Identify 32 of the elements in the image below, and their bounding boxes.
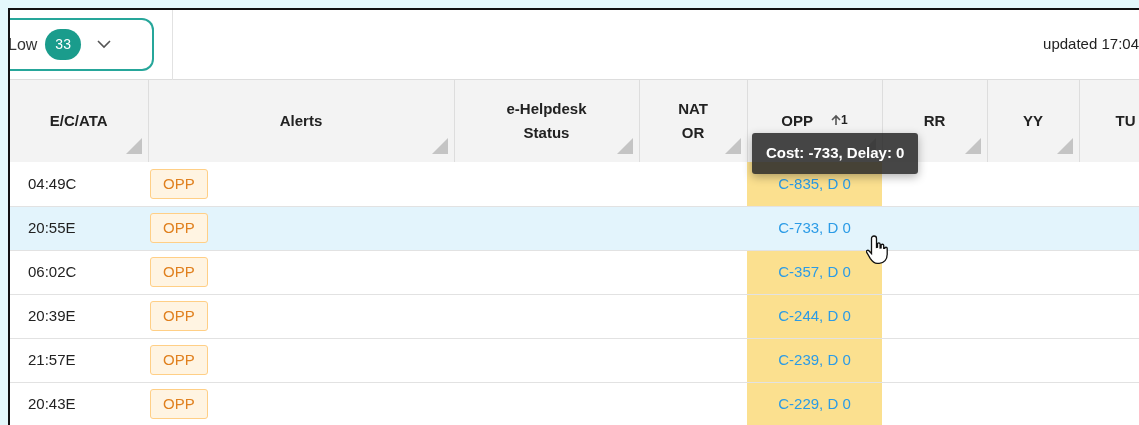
alert-tag: OPP bbox=[150, 388, 208, 420]
time-text: 06:02C bbox=[28, 262, 77, 280]
alert-tag: OPP bbox=[150, 212, 208, 244]
sort-rank: 1 bbox=[841, 114, 848, 126]
column-header[interactable]: YY bbox=[987, 80, 1079, 162]
corner-triangle-icon[interactable] bbox=[724, 138, 741, 154]
column-header[interactable]: NAT OR bbox=[639, 80, 747, 162]
corner-triangle-icon[interactable] bbox=[1056, 138, 1073, 154]
alert-tag: OPP bbox=[150, 168, 208, 199]
time-text: 20:43E bbox=[28, 394, 76, 412]
count-badge: 33 bbox=[45, 29, 81, 60]
time-text: 21:57E bbox=[28, 350, 76, 368]
alert-tag: OPP bbox=[150, 300, 208, 332]
alert-tag: OPP bbox=[150, 344, 208, 376]
sort-arrow-icon bbox=[831, 114, 841, 126]
alert-tag: OPP bbox=[150, 256, 208, 288]
tooltip: Cost: -733, Delay: 0 bbox=[752, 133, 919, 174]
corner-triangle-icon[interactable] bbox=[125, 138, 142, 154]
corner-triangle-icon[interactable] bbox=[964, 138, 981, 154]
filter-dropdown[interactable]: Low 33 bbox=[10, 18, 154, 71]
time-text: 20:55E bbox=[28, 218, 76, 236]
column-header[interactable]: Alerts bbox=[148, 80, 454, 162]
corner-triangle-icon[interactable] bbox=[431, 138, 448, 154]
column-header[interactable]: E/C/ATA bbox=[10, 80, 148, 162]
time-text: 04:49C bbox=[28, 174, 77, 192]
column-header[interactable]: TU bbox=[1079, 80, 1139, 162]
time-text: 20:39E bbox=[28, 306, 76, 324]
chevron-down-icon bbox=[96, 40, 111, 49]
updated-time: updated 17:04 bbox=[1043, 34, 1139, 55]
filter-label: Low bbox=[10, 34, 38, 55]
column-header[interactable]: e-Helpdesk Status bbox=[454, 80, 639, 162]
corner-triangle-icon[interactable] bbox=[616, 138, 633, 154]
